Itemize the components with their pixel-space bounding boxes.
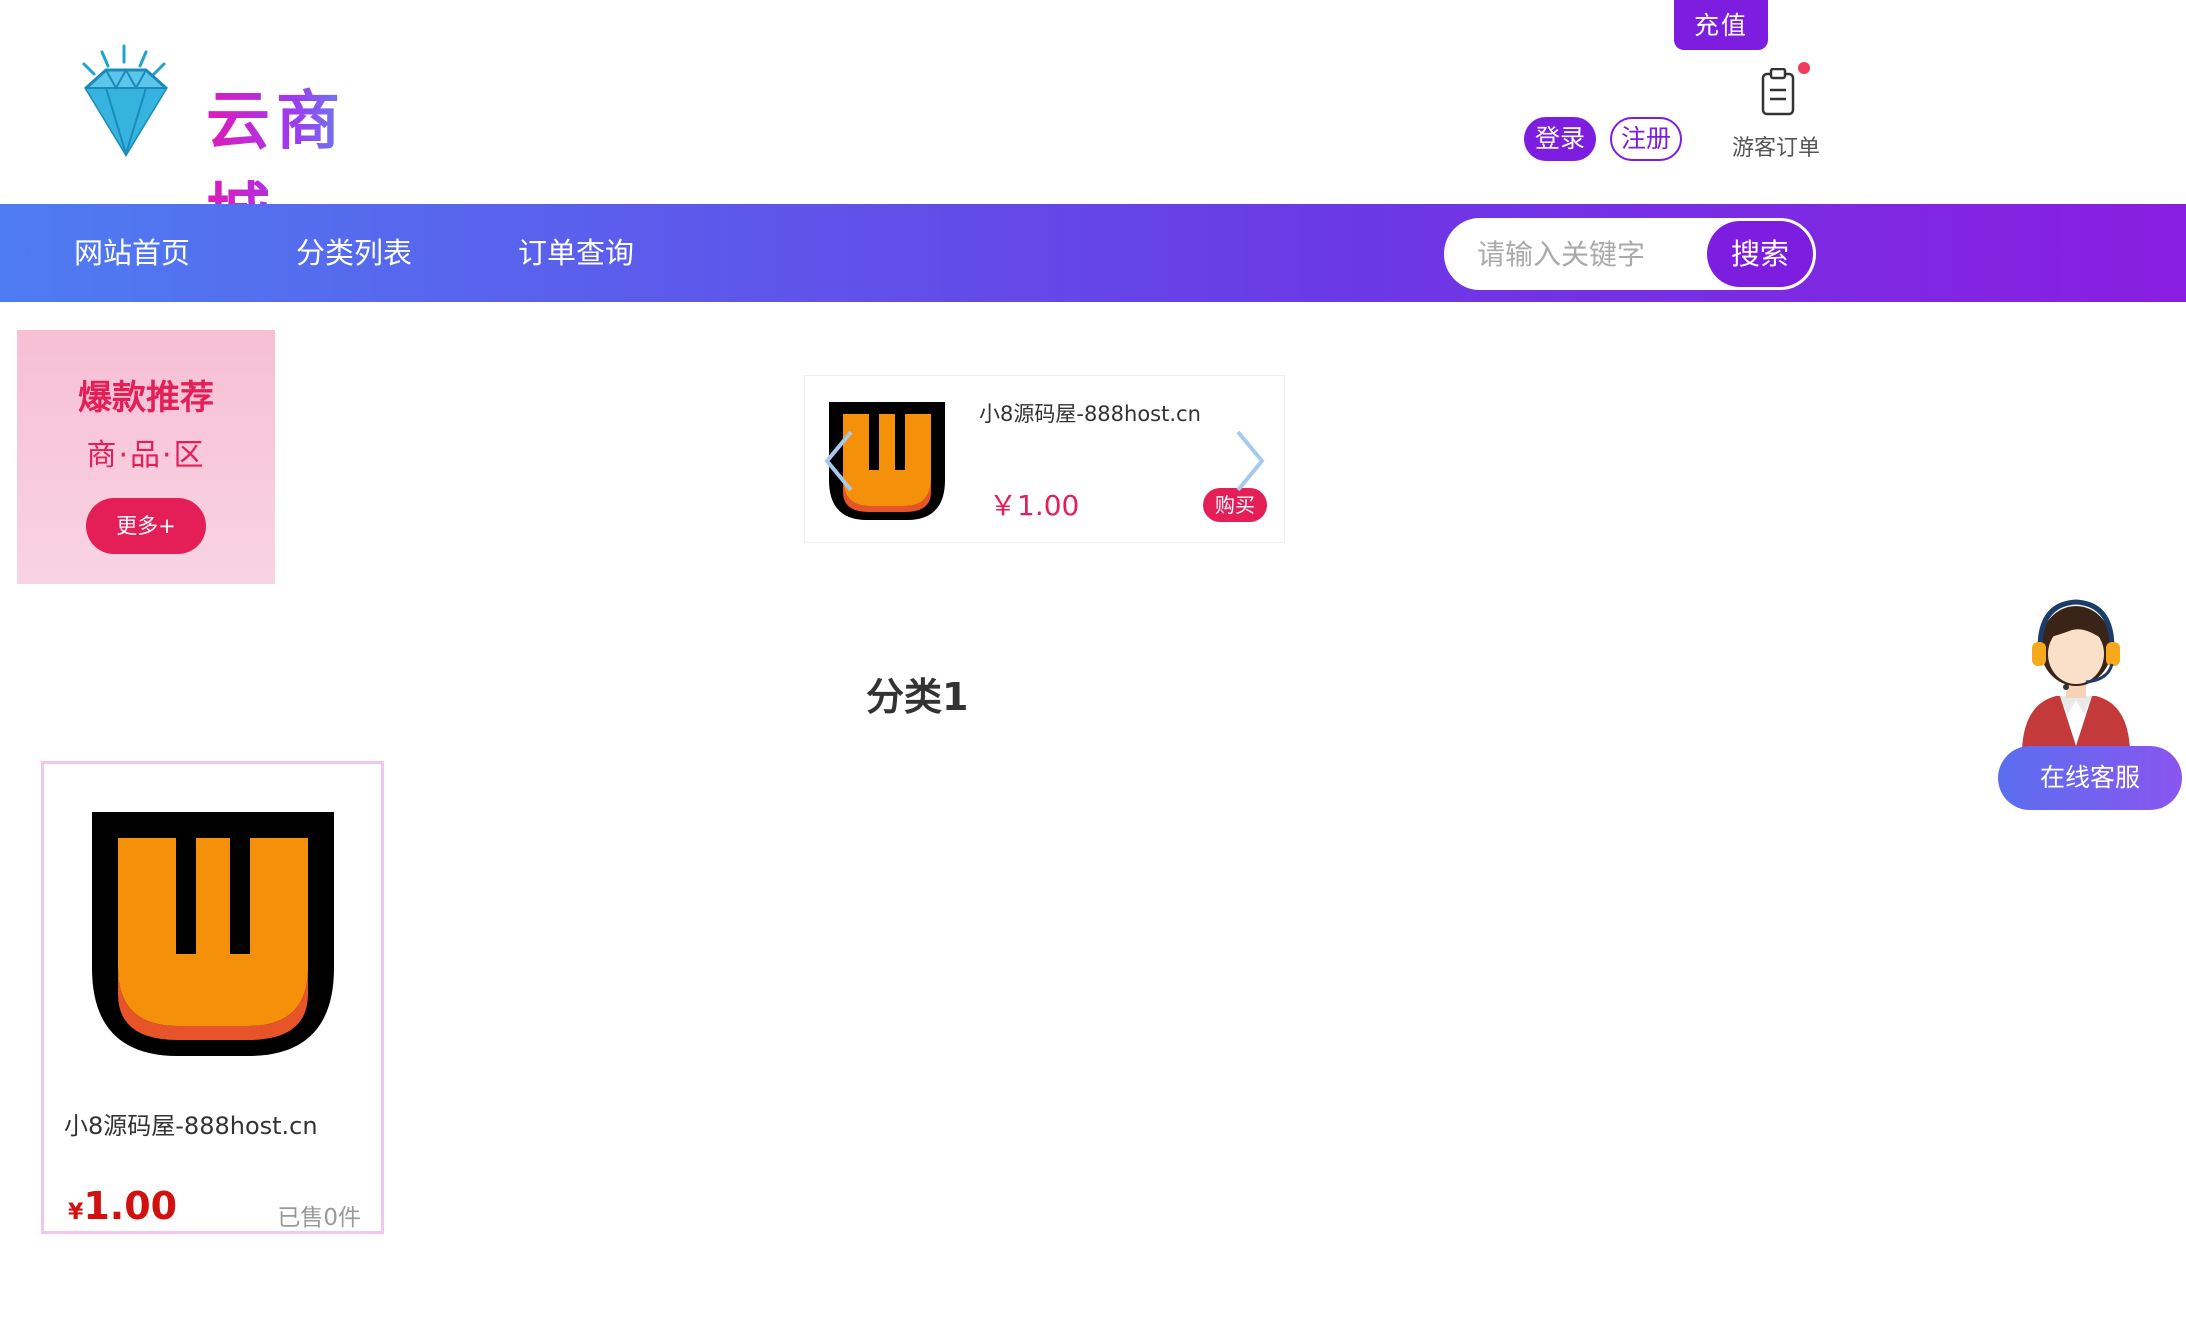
hot-subtitle: 商·品·区 [86,438,206,473]
carousel-product-price: ￥1.00 [989,489,1080,522]
hot-recommend-card: 爆款推荐 商·品·区 更多+ [17,330,275,584]
notification-dot [1798,62,1810,74]
product-price: ¥1.00 [68,1184,177,1228]
register-button[interactable]: 注册 [1610,117,1682,161]
chevron-left-icon[interactable] [819,426,859,496]
nav-item-home[interactable]: 网站首页 [74,204,190,302]
site-header: 云商城 充值 登录 注册 游客订单 [0,0,2186,251]
carousel-product-name[interactable]: 小8源码屋-888host.cn [979,398,1201,428]
category-title: 分类1 [866,675,969,719]
online-service-button[interactable]: 在线客服 [1998,746,2182,810]
customer-service-avatar-icon[interactable] [2016,586,2136,750]
currency-symbol: ¥ [68,1200,84,1225]
nav-item-order-query[interactable]: 订单查询 [518,204,634,302]
hot-title: 爆款推荐 [78,378,214,418]
product-name[interactable]: 小8源码屋-888host.cn [64,1106,318,1141]
sold-count: 已售0件 [277,1205,361,1231]
site-logo[interactable]: 云商城 [66,40,406,251]
search-box: 搜索 [1444,218,1816,290]
chevron-right-icon[interactable] [1230,426,1270,496]
guest-order-link[interactable]: 游客订单 [1726,60,1826,170]
diamond-icon [82,44,168,158]
product-image[interactable] [88,808,338,1060]
search-input[interactable] [1477,221,1697,287]
login-button[interactable]: 登录 [1524,117,1596,161]
guest-order-label: 游客订单 [1731,136,1820,161]
product-carousel: 小8源码屋-888host.cn ￥1.00 购买 [804,375,1285,543]
clipboard-icon [1761,68,1795,116]
recharge-button[interactable]: 充值 [1674,0,1768,50]
search-button[interactable]: 搜索 [1707,221,1813,287]
price-value: 1.00 [83,1184,178,1228]
main-nav: 网站首页 分类列表 订单查询 搜索 [0,204,2186,302]
more-button[interactable]: 更多+ [86,498,206,554]
product-card[interactable]: 小8源码屋-888host.cn ¥1.00 已售0件 [41,761,384,1234]
nav-item-categories[interactable]: 分类列表 [296,204,412,302]
